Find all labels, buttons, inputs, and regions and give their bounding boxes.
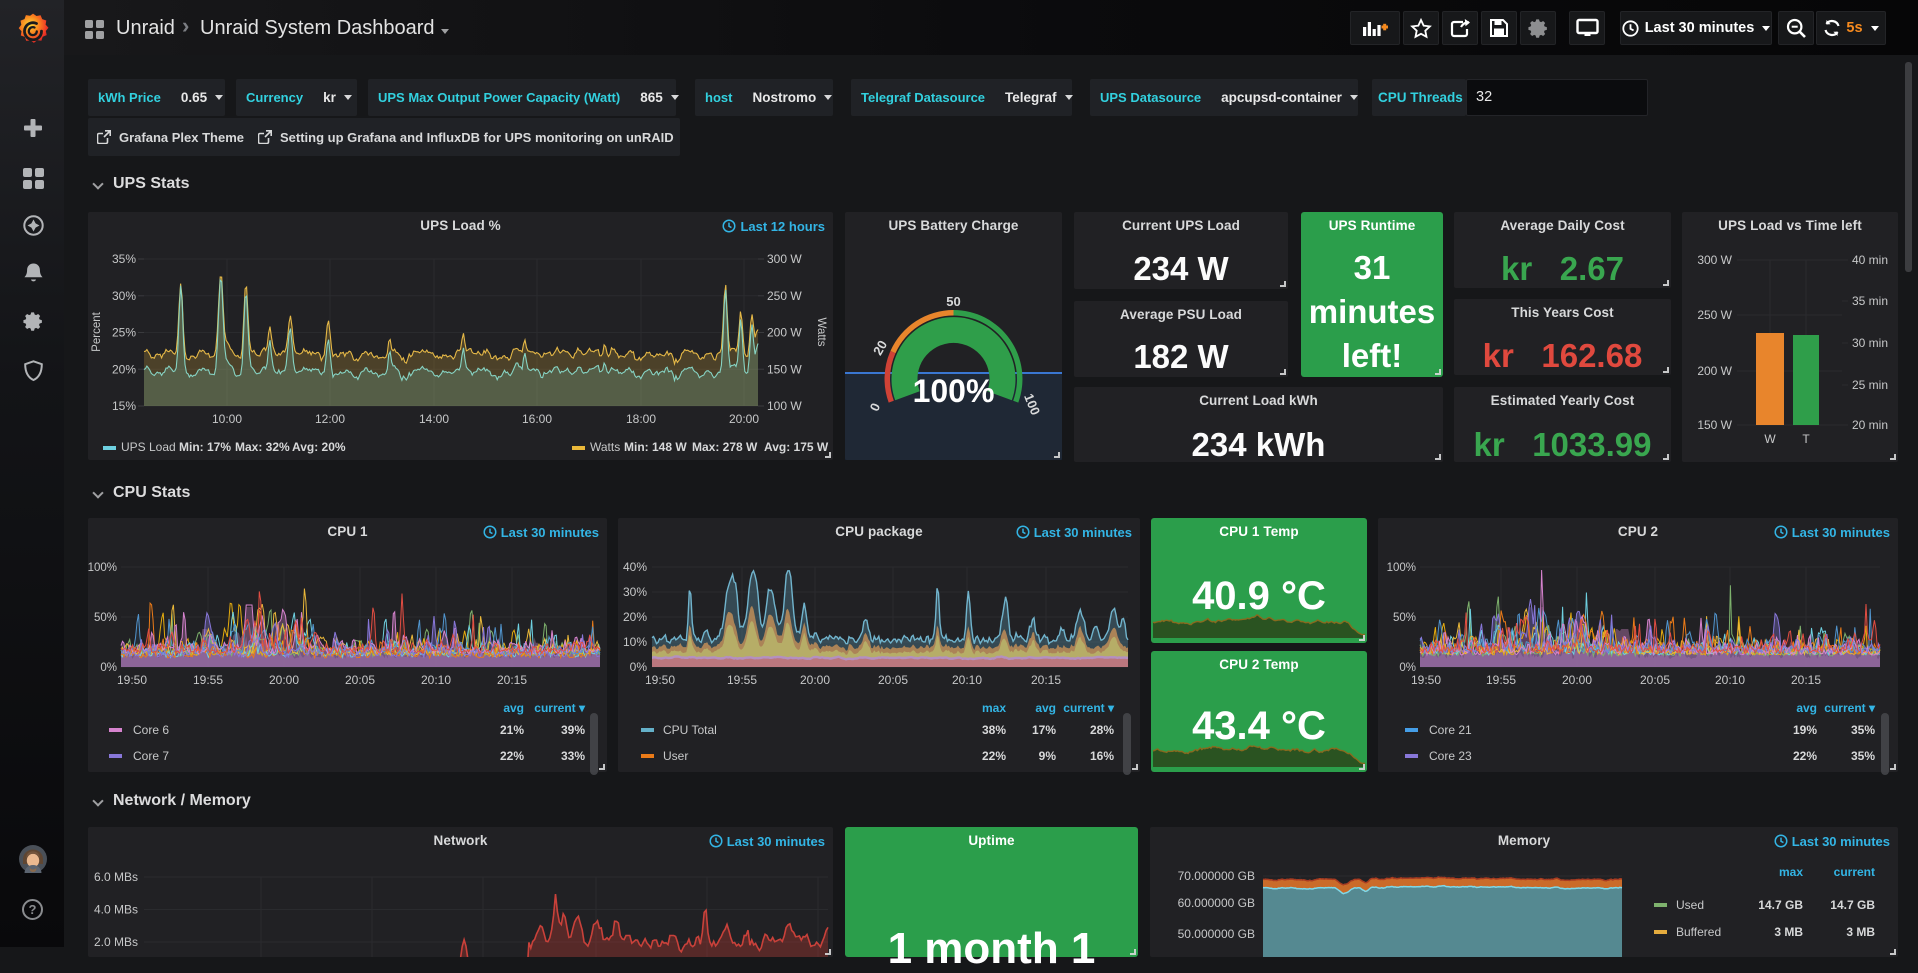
svg-text:16:00: 16:00 [522, 412, 552, 426]
svg-text:200 W: 200 W [1697, 364, 1732, 378]
svg-text:20:05: 20:05 [345, 673, 375, 687]
svg-text:6.0 MBs: 6.0 MBs [94, 870, 138, 884]
svg-text:20: 20 [870, 338, 890, 358]
svg-text:20:05: 20:05 [878, 673, 908, 687]
svg-text:20 min: 20 min [1852, 418, 1888, 432]
svg-text:10%: 10% [623, 635, 647, 649]
svg-text:30 min: 30 min [1852, 336, 1888, 350]
svg-text:100%: 100% [1387, 562, 1416, 574]
svg-text:Watts: Watts [815, 318, 827, 347]
svg-text:60.000000 GB: 60.000000 GB [1178, 896, 1255, 910]
svg-text:20:05: 20:05 [1640, 673, 1670, 687]
svg-text:50.000000 GB: 50.000000 GB [1178, 927, 1255, 941]
svg-text:100%: 100% [913, 373, 995, 409]
svg-text:19:50: 19:50 [645, 673, 675, 687]
svg-text:100%: 100% [88, 562, 117, 574]
svg-text:35%: 35% [112, 252, 136, 266]
svg-text:40%: 40% [623, 560, 647, 574]
svg-text:19:55: 19:55 [727, 673, 757, 687]
svg-text:150 W: 150 W [1697, 418, 1732, 432]
svg-text:20:00: 20:00 [800, 673, 830, 687]
svg-text:50: 50 [946, 294, 960, 309]
svg-text:20%: 20% [623, 610, 647, 624]
svg-text:4.0 MBs: 4.0 MBs [94, 903, 138, 917]
svg-text:14:00: 14:00 [419, 412, 449, 426]
svg-text:12:00: 12:00 [315, 412, 345, 426]
svg-text:40 min: 40 min [1852, 253, 1888, 267]
svg-text:0%: 0% [100, 662, 117, 674]
svg-text:300 W: 300 W [767, 252, 802, 266]
svg-text:T: T [1802, 432, 1810, 446]
svg-text:W: W [1764, 432, 1776, 446]
svg-text:150 W: 150 W [767, 362, 802, 376]
svg-text:35 min: 35 min [1852, 294, 1888, 308]
svg-text:19:55: 19:55 [1486, 673, 1516, 687]
svg-text:0%: 0% [630, 660, 648, 674]
svg-text:20:15: 20:15 [497, 673, 527, 687]
svg-text:30%: 30% [112, 289, 136, 303]
svg-text:70.000000 GB: 70.000000 GB [1178, 869, 1255, 883]
svg-text:Percent: Percent [91, 311, 103, 351]
svg-text:20:00: 20:00 [729, 412, 759, 426]
svg-text:250 W: 250 W [1697, 308, 1732, 322]
svg-text:20:00: 20:00 [269, 673, 299, 687]
svg-text:50%: 50% [94, 612, 117, 624]
svg-text:19:55: 19:55 [193, 673, 223, 687]
svg-text:250 W: 250 W [767, 289, 802, 303]
svg-text:15%: 15% [112, 399, 136, 413]
svg-text:200 W: 200 W [767, 326, 802, 340]
svg-text:25%: 25% [112, 326, 136, 340]
svg-text:25 min: 25 min [1852, 378, 1888, 392]
svg-text:18:00: 18:00 [626, 412, 656, 426]
svg-text:100 W: 100 W [767, 399, 802, 413]
svg-text:20:15: 20:15 [1791, 673, 1821, 687]
svg-text:10:00: 10:00 [212, 412, 242, 426]
svg-text:20:15: 20:15 [1031, 673, 1061, 687]
svg-text:20:00: 20:00 [1562, 673, 1592, 687]
svg-text:20:10: 20:10 [421, 673, 451, 687]
svg-text:20:10: 20:10 [1715, 673, 1745, 687]
svg-text:20%: 20% [112, 362, 136, 376]
svg-text:19:50: 19:50 [1411, 673, 1441, 687]
svg-text:50%: 50% [1393, 612, 1416, 624]
svg-text:30%: 30% [623, 585, 647, 599]
svg-text:20:10: 20:10 [952, 673, 982, 687]
svg-text:19:50: 19:50 [117, 673, 147, 687]
svg-text:300 W: 300 W [1697, 253, 1732, 267]
